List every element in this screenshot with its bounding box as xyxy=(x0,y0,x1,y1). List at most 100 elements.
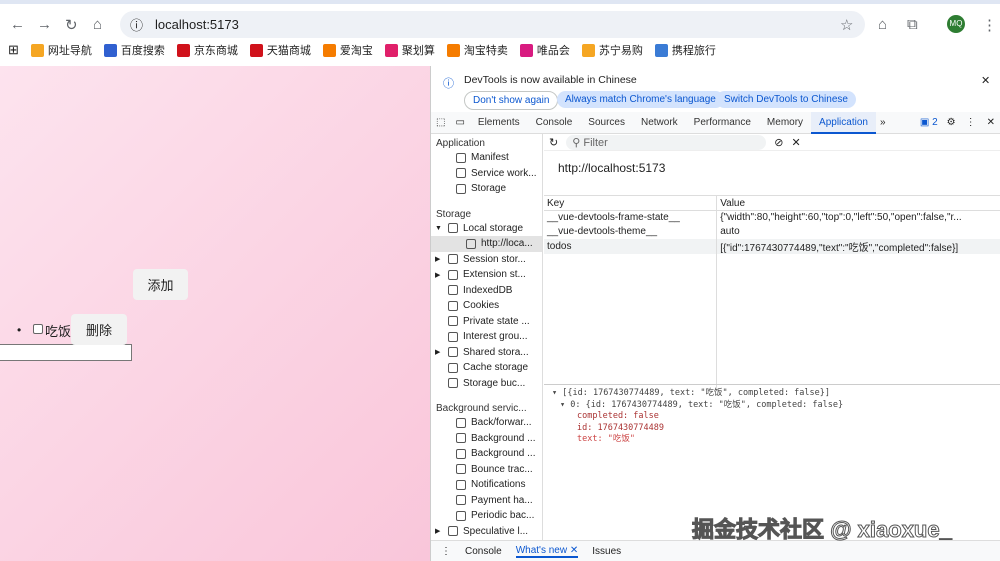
table-row[interactable]: __vue-devtools-theme__ auto xyxy=(544,224,1000,239)
menu-icon[interactable]: ⋮ xyxy=(982,16,997,34)
table-row[interactable]: todos [{"id":1767430774489,"text":"吃饭","c… xyxy=(544,238,1000,254)
expand-arrow-icon[interactable]: ▶ xyxy=(435,255,443,263)
tab-console[interactable]: Console xyxy=(528,112,581,134)
sidebar-item[interactable]: Interest grou... xyxy=(431,329,542,345)
drawer-tab-issues[interactable]: Issues xyxy=(592,546,621,557)
sidebar-item-label: Private state ... xyxy=(463,315,530,327)
tab-memory[interactable]: Memory xyxy=(759,112,811,134)
sidebar-item[interactable]: IndexedDB xyxy=(431,283,542,299)
sidebar-item[interactable]: Background ... xyxy=(431,446,542,462)
preview-item[interactable]: 0: {id: 1767430774489, text: "吃饭", compl… xyxy=(570,400,843,410)
sidebar-item[interactable]: Storage xyxy=(431,181,542,197)
bookmark-star-icon[interactable]: ☆ xyxy=(840,16,853,34)
expand-arrow-icon[interactable]: ▶ xyxy=(435,527,443,535)
switch-chinese-button[interactable]: Switch DevTools to Chinese xyxy=(716,91,856,108)
tab-performance[interactable]: Performance xyxy=(686,112,759,134)
key-cell[interactable]: __vue-devtools-theme__ xyxy=(544,224,718,239)
filter-input[interactable]: ⚲ Filter xyxy=(566,134,767,150)
sidebar-item[interactable]: Periodic bac... xyxy=(431,508,542,524)
delete-selected-icon[interactable]: ✕ xyxy=(791,136,800,149)
home-extension-icon[interactable]: ⌂ xyxy=(878,16,887,33)
expand-arrow-icon[interactable]: ▶ xyxy=(435,271,443,279)
bookmark-item[interactable]: 京东商城 xyxy=(176,42,238,58)
bookmark-item[interactable]: 百度搜索 xyxy=(103,42,165,58)
sidebar-item[interactable]: Back/forwar... xyxy=(431,415,542,431)
more-tabs-icon[interactable]: » xyxy=(876,117,890,128)
bookmark-item[interactable]: 网址导航 xyxy=(30,42,92,58)
sidebar-item[interactable]: Service work... xyxy=(431,166,542,182)
sidebar-item[interactable]: ▶ Extension st... xyxy=(431,267,542,283)
device-icon[interactable]: ▭ xyxy=(450,117,469,128)
sidebar-item[interactable]: Private state ... xyxy=(431,314,542,330)
sidebar-item[interactable]: ▶ Session stor... xyxy=(431,252,542,268)
storage-icon xyxy=(448,362,458,373)
todo-checkbox[interactable] xyxy=(33,324,43,334)
sidebar-item[interactable]: Cookies xyxy=(431,298,542,314)
bookmark-item[interactable]: 苏宁易购 xyxy=(581,42,643,58)
add-button[interactable]: 添加 xyxy=(133,269,188,300)
bookmark-item[interactable]: 聚划算 xyxy=(384,42,435,58)
close-icon[interactable]: ✕ xyxy=(981,74,990,87)
sidebar-item[interactable]: ▼ Local storage xyxy=(431,221,542,237)
sidebar-item[interactable]: Background ... xyxy=(431,431,542,447)
sidebar-item[interactable]: ▶ Shared stora... xyxy=(431,345,542,361)
table-row[interactable]: __vue-devtools-frame-state__ {"width":80,… xyxy=(544,210,1000,225)
expand-arrow-icon[interactable]: ▼ xyxy=(435,225,443,232)
sidebar-item[interactable]: Storage buc... xyxy=(431,376,542,392)
storage-icon xyxy=(448,223,458,234)
key-cell[interactable]: todos xyxy=(544,238,718,254)
refresh-icon[interactable]: ↻ xyxy=(549,136,558,149)
issues-badge[interactable]: ▣ 2 xyxy=(916,117,942,128)
close-devtools-icon[interactable]: ✕ xyxy=(981,117,1000,128)
value-cell[interactable]: [{"id":1767430774489,"text":"吃饭","comple… xyxy=(716,238,1000,254)
tab-sources[interactable]: Sources xyxy=(580,112,633,134)
extensions-icon[interactable]: ⧉ xyxy=(907,16,918,33)
drawer-tab-whats-new[interactable]: What's new xyxy=(516,545,567,556)
key-header[interactable]: Key xyxy=(544,195,718,211)
drawer-menu-icon[interactable]: ⋮ xyxy=(441,546,451,557)
profile-avatar[interactable]: MQ xyxy=(947,15,965,33)
storage-icon xyxy=(466,238,476,249)
home-icon[interactable]: ⌂ xyxy=(93,16,102,33)
apps-icon[interactable]: ⊞ xyxy=(8,42,19,58)
storage-icon xyxy=(456,183,466,194)
info-icon[interactable]: ⓘ xyxy=(130,15,143,34)
inspect-icon[interactable]: ⬚ xyxy=(431,117,450,128)
tab-elements[interactable]: Elements xyxy=(470,112,528,134)
value-cell[interactable]: {"width":80,"height":60,"top":0,"left":5… xyxy=(716,210,1000,225)
preview-array[interactable]: [{id: 1767430774489, text: "吃饭", complet… xyxy=(562,388,830,398)
sidebar-item[interactable]: Bounce trac... xyxy=(431,462,542,478)
clear-all-icon[interactable]: ⊘ xyxy=(774,136,783,149)
bookmark-item[interactable]: 天猫商城 xyxy=(249,42,311,58)
value-cell[interactable]: auto xyxy=(716,224,1000,239)
reload-icon[interactable]: ↻ xyxy=(65,16,78,34)
sidebar-item[interactable]: ▶ Speculative l... xyxy=(431,524,542,540)
forward-icon[interactable]: → xyxy=(37,16,52,33)
sidebar-item[interactable]: Notifications xyxy=(431,477,542,493)
match-language-button[interactable]: Always match Chrome's language xyxy=(557,91,724,108)
key-cell[interactable]: __vue-devtools-frame-state__ xyxy=(544,210,718,225)
sidebar-item[interactable]: http://loca... xyxy=(431,236,542,252)
delete-button[interactable]: 删除 xyxy=(71,314,127,345)
more-icon[interactable]: ⋮ xyxy=(961,117,981,128)
address-bar[interactable]: ⓘ localhost:5173 xyxy=(120,11,865,38)
settings-icon[interactable]: ⚙ xyxy=(942,117,961,128)
dont-show-again-button[interactable]: Don't show again xyxy=(464,91,559,110)
sidebar-item[interactable]: Manifest xyxy=(431,150,542,166)
bookmark-item[interactable]: 携程旅行 xyxy=(654,42,716,58)
back-icon[interactable]: ← xyxy=(10,16,25,33)
value-header[interactable]: Value xyxy=(716,195,1000,211)
bookmark-item[interactable]: 爱淘宝 xyxy=(322,42,373,58)
drawer-tab-console[interactable]: Console xyxy=(465,546,502,557)
sidebar-item-label: Shared stora... xyxy=(463,346,529,358)
sidebar-item[interactable]: Payment ha... xyxy=(431,493,542,509)
sidebar-item[interactable]: Cache storage xyxy=(431,360,542,376)
tab-application[interactable]: Application xyxy=(811,111,876,134)
bookmark-item[interactable]: 唯品会 xyxy=(519,42,570,58)
tab-network[interactable]: Network xyxy=(633,112,686,134)
expand-arrow-icon[interactable]: ▶ xyxy=(435,348,443,356)
bookmark-favicon-icon xyxy=(581,43,595,57)
todo-input[interactable] xyxy=(0,344,132,361)
close-icon[interactable]: ✕ xyxy=(570,545,578,556)
bookmark-item[interactable]: 淘宝特卖 xyxy=(446,42,508,58)
